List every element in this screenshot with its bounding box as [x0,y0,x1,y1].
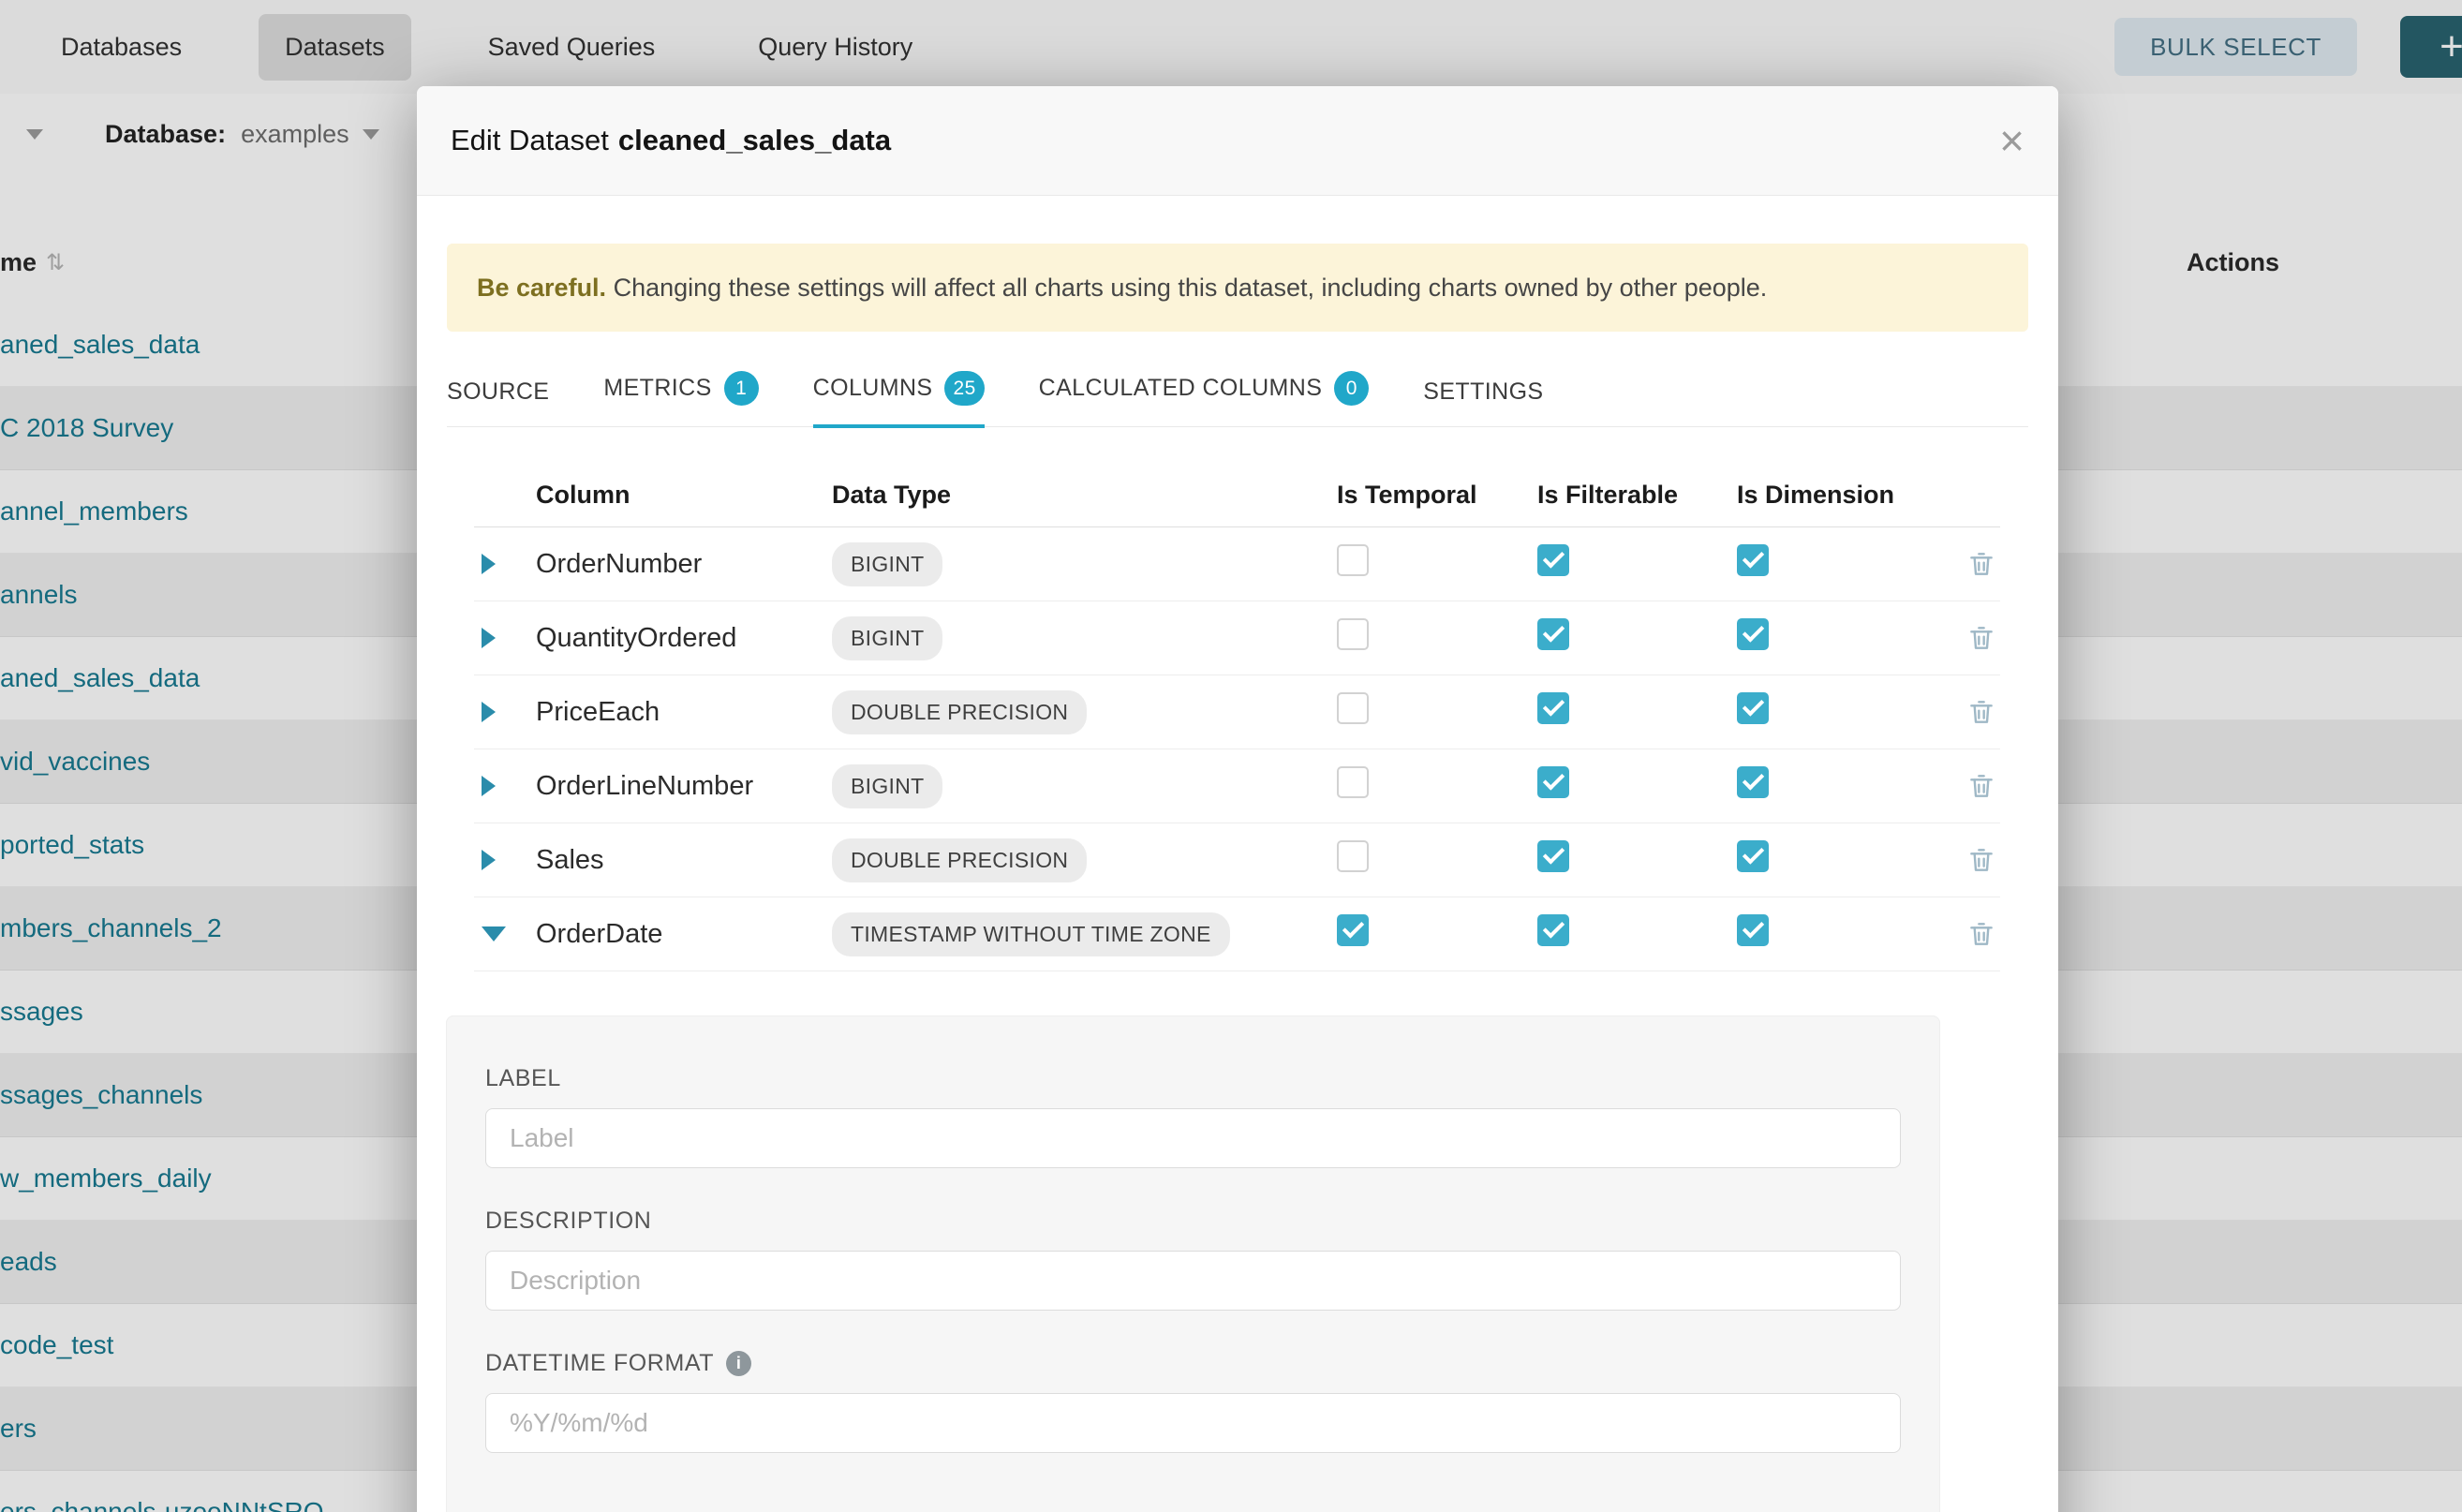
is-filterable-checkbox[interactable] [1537,544,1569,576]
modal-title-prefix: Edit Dataset [451,124,609,156]
tab-columns[interactable]: COLUMNS 25 [813,371,985,426]
is-dimension-checkbox[interactable] [1737,544,1769,576]
expand-caret-icon[interactable] [474,628,536,648]
columns-table: Column Data Type Is Temporal Is Filterab… [474,464,2000,971]
header-is-filterable: Is Filterable [1537,481,1737,510]
is-dimension-checkbox[interactable] [1737,692,1769,724]
datetime-format-input[interactable] [485,1393,1901,1453]
expand-caret-icon[interactable] [474,776,536,796]
tab-settings[interactable]: SETTINGS [1423,378,1543,426]
is-temporal-checkbox[interactable] [1337,544,1369,576]
expand-caret-icon[interactable] [474,850,536,870]
is-filterable-checkbox[interactable] [1537,766,1569,798]
header-data-type: Data Type [832,481,1337,510]
datetime-format-field-label: DATETIME FORMAT i [485,1350,1901,1377]
delete-column-icon[interactable] [1966,549,2000,579]
tab-metrics-label: METRICS [603,375,711,402]
data-type-pill: BIGINT [832,764,942,808]
column-name: OrderNumber [536,549,832,580]
column-name: OrderLineNumber [536,771,832,802]
columns-table-body: OrderNumberBIGINTQuantityOrderedBIGINTPr… [474,527,2000,971]
is-filterable-checkbox[interactable] [1537,692,1569,724]
delete-column-icon[interactable] [1966,919,2000,949]
is-dimension-checkbox[interactable] [1737,766,1769,798]
is-temporal-checkbox[interactable] [1337,692,1369,724]
edit-dataset-modal: Edit Dataset cleaned_sales_data × Be care… [417,86,2058,1512]
column-name: PriceEach [536,697,832,728]
modal-tabs: SOURCE METRICS 1 COLUMNS 25 CALCULATED C… [447,371,2028,427]
header-column: Column [536,481,832,510]
is-filterable-checkbox[interactable] [1537,914,1569,946]
modal-header: Edit Dataset cleaned_sales_data × [417,86,2058,196]
data-type-pill: BIGINT [832,542,942,586]
close-icon[interactable]: × [1999,119,2024,162]
data-type-pill: DOUBLE PRECISION [832,690,1087,734]
column-row: OrderNumberBIGINT [474,527,2000,601]
data-type-pill: TIMESTAMP WITHOUT TIME ZONE [832,912,1230,956]
is-dimension-checkbox[interactable] [1737,914,1769,946]
calculated-columns-count-badge: 0 [1334,371,1369,406]
header-is-dimension: Is Dimension [1737,481,1915,510]
delete-column-icon[interactable] [1966,623,2000,653]
delete-column-icon[interactable] [1966,697,2000,727]
warning-bold-text: Be careful. [477,274,606,302]
column-name: Sales [536,845,832,876]
page: Databases Datasets Saved Queries Query H… [0,0,2462,1512]
delete-column-icon[interactable] [1966,845,2000,875]
column-name: QuantityOrdered [536,623,832,654]
description-section: DESCRIPTION [485,1208,1901,1311]
column-row: OrderDateTIMESTAMP WITHOUT TIME ZONE [474,897,2000,971]
tab-source-label: SOURCE [447,378,549,406]
tab-columns-label: COLUMNS [813,375,933,402]
data-type-pill: BIGINT [832,616,942,660]
is-filterable-checkbox[interactable] [1537,840,1569,872]
warning-text: Changing these settings will affect all … [606,274,1767,302]
is-temporal-checkbox[interactable] [1337,766,1369,798]
expand-caret-icon[interactable] [474,702,536,722]
metrics-count-badge: 1 [724,371,759,406]
info-icon: i [726,1351,751,1376]
label-field-label: LABEL [485,1065,1901,1092]
header-is-temporal: Is Temporal [1337,481,1537,510]
datetime-format-section: DATETIME FORMAT i [485,1350,1901,1453]
datetime-format-label-text: DATETIME FORMAT [485,1350,714,1377]
column-name: OrderDate [536,919,832,950]
modal-title-dataset-name: cleaned_sales_data [618,124,891,156]
is-filterable-checkbox[interactable] [1537,618,1569,650]
expand-caret-icon[interactable] [474,554,536,574]
is-dimension-checkbox[interactable] [1737,840,1769,872]
column-row: PriceEachDOUBLE PRECISION [474,675,2000,749]
columns-count-badge: 25 [944,371,984,406]
column-row: QuantityOrderedBIGINT [474,601,2000,675]
tab-calculated-columns-label: CALCULATED COLUMNS [1039,375,1323,402]
tab-source[interactable]: SOURCE [447,378,549,426]
label-input[interactable] [485,1108,1901,1168]
tab-calculated-columns[interactable]: CALCULATED COLUMNS 0 [1039,371,1370,426]
column-detail-panel: LABEL DESCRIPTION DATETIME FORMAT i [446,1015,1940,1512]
label-section: LABEL [485,1065,1901,1168]
data-type-pill: DOUBLE PRECISION [832,838,1087,882]
is-dimension-checkbox[interactable] [1737,618,1769,650]
warning-banner: Be careful. Changing these settings will… [447,244,2028,332]
delete-column-icon[interactable] [1966,771,2000,801]
tab-metrics[interactable]: METRICS 1 [603,371,758,426]
column-row: OrderLineNumberBIGINT [474,749,2000,823]
description-input[interactable] [485,1251,1901,1311]
collapse-caret-icon[interactable] [474,926,536,941]
is-temporal-checkbox[interactable] [1337,618,1369,650]
is-temporal-checkbox[interactable] [1337,914,1369,946]
is-temporal-checkbox[interactable] [1337,840,1369,872]
description-field-label: DESCRIPTION [485,1208,1901,1235]
modal-title: Edit Dataset cleaned_sales_data [451,124,891,157]
tab-settings-label: SETTINGS [1423,378,1543,406]
columns-table-header: Column Data Type Is Temporal Is Filterab… [474,464,2000,527]
column-row: SalesDOUBLE PRECISION [474,823,2000,897]
